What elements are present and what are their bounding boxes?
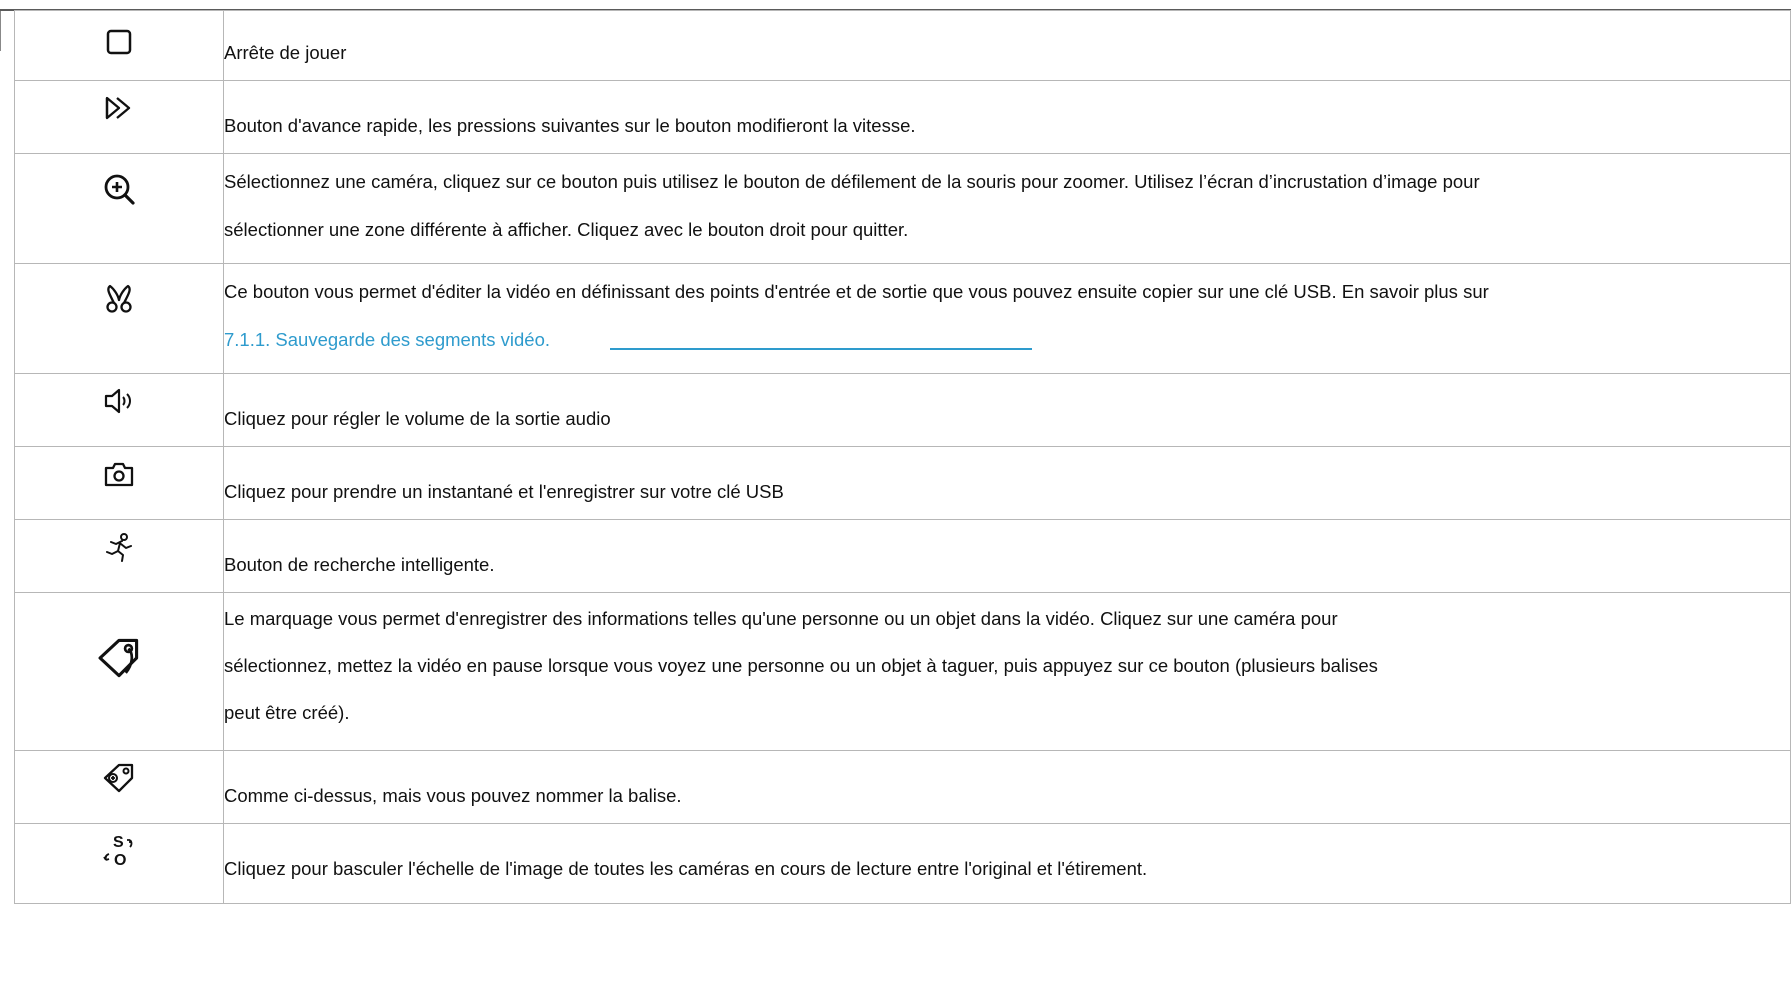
description-line: Bouton d'avance rapide, les pressions su…: [224, 115, 916, 136]
icon-cell: [14, 750, 224, 824]
stop-icon: [102, 25, 136, 59]
icon-description-table: Arrête de jouer Bouton d'avance rapide, …: [14, 10, 1791, 904]
icon-cell: [14, 373, 224, 447]
icon-cell: [14, 10, 224, 81]
description-cell: Le marquage vous permet d'enregistrer de…: [223, 592, 1791, 751]
description-line: Comme ci-dessus, mais vous pouvez nommer…: [224, 785, 682, 806]
svg-text:S: S: [113, 834, 124, 851]
table-row: Cliquez pour prendre un instantané et l'…: [14, 446, 1791, 520]
table-row: Bouton d'avance rapide, les pressions su…: [14, 80, 1791, 154]
icon-cell: [14, 80, 224, 154]
description-line: sélectionnez, mettez la vidéo en pause l…: [224, 655, 1378, 676]
icon-cell: SO: [14, 823, 224, 904]
description-cell: Cliquez pour régler le volume de la sort…: [223, 373, 1791, 447]
volume-icon: [102, 384, 136, 418]
description-cell: Arrête de jouer: [223, 10, 1791, 81]
description-line: sélectionner une zone différente à affic…: [224, 219, 909, 240]
icon-cell: [14, 592, 224, 751]
description-cell: Cliquez pour basculer l'échelle de l'ima…: [223, 823, 1791, 904]
icon-cell: [14, 153, 224, 264]
table-row: Comme ci-dessus, mais vous pouvez nommer…: [14, 750, 1791, 824]
description-cell: Cliquez pour prendre un instantané et l'…: [223, 446, 1791, 520]
custom-tag-icon: [102, 761, 136, 795]
smart-search-icon: [102, 530, 136, 564]
scale-toggle-icon: SO: [99, 830, 139, 870]
description-line: Ce bouton vous permet d'éditer la vidéo …: [224, 281, 1489, 302]
description-line: Arrête de jouer: [224, 42, 347, 63]
description-line: Cliquez pour prendre un instantané et l'…: [224, 481, 784, 502]
table-row: Ce bouton vous permet d'éditer la vidéo …: [14, 263, 1791, 374]
description-line: peut être créé).: [224, 702, 350, 723]
scissors-icon: [102, 282, 136, 316]
tag-icon: [96, 635, 142, 681]
table-row: Cliquez pour régler le volume de la sort…: [14, 373, 1791, 447]
description-cell: Comme ci-dessus, mais vous pouvez nommer…: [223, 750, 1791, 824]
table-row: Arrête de jouer: [14, 10, 1791, 81]
section-link[interactable]: 7.1.1. Sauvegarde des segments vidéo.: [224, 329, 550, 350]
left-margin-tick: [0, 11, 1, 51]
description-cell: Bouton de recherche intelligente.: [223, 519, 1791, 593]
table-row: Sélectionnez une caméra, cliquez sur ce …: [14, 153, 1791, 264]
description-cell: Bouton d'avance rapide, les pressions su…: [223, 80, 1791, 154]
description-cell: Ce bouton vous permet d'éditer la vidéo …: [223, 263, 1791, 374]
description-line: Cliquez pour basculer l'échelle de l'ima…: [224, 858, 1148, 879]
description-line: Le marquage vous permet d'enregistrer de…: [224, 608, 1338, 629]
table-row: Bouton de recherche intelligente.: [14, 519, 1791, 593]
svg-text:O: O: [114, 852, 126, 869]
table-row: Le marquage vous permet d'enregistrer de…: [14, 592, 1791, 751]
icon-cell: [14, 519, 224, 593]
description-cell: Sélectionnez une caméra, cliquez sur ce …: [223, 153, 1791, 264]
fast-forward-icon: [102, 91, 136, 125]
description-line: Cliquez pour régler le volume de la sort…: [224, 408, 611, 429]
description-line: Bouton de recherche intelligente.: [224, 554, 495, 575]
icon-cell: [14, 263, 224, 374]
description-line: Sélectionnez une caméra, cliquez sur ce …: [224, 171, 1480, 192]
camera-icon: [102, 457, 136, 491]
zoom-in-icon: [102, 172, 136, 206]
table-row: SO Cliquez pour basculer l'échelle de l'…: [14, 823, 1791, 904]
link-underline: [610, 348, 1033, 351]
icon-cell: [14, 446, 224, 520]
